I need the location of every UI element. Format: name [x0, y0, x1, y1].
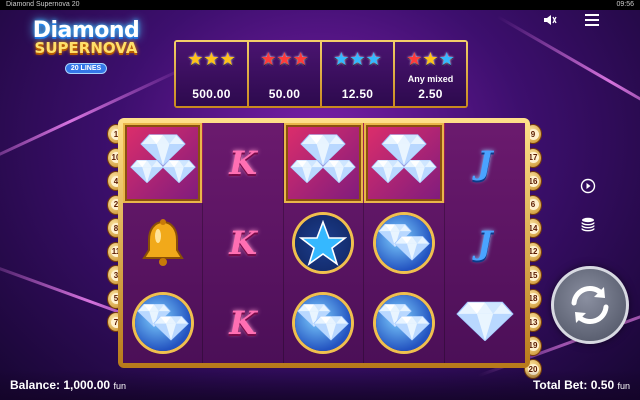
- paytable: ★ ★ ★ 500.00 ★ ★ ★ 50.00 ★ ★ ★ 12.50 ★ ★ ★ Any mixed 2.5…: [174, 40, 468, 108]
- star-icon: ★: [333, 49, 350, 69]
- top-controls: [542, 12, 600, 28]
- logo-lines-badge: 20 LINES: [64, 63, 108, 74]
- reel-cell: J: [445, 123, 525, 203]
- diamond-symbol: [456, 300, 514, 347]
- window-title: Diamond Supernova 20: [6, 1, 80, 8]
- reel-cell: J: [445, 203, 525, 283]
- spin-button[interactable]: [551, 266, 629, 344]
- coin-stack-icon[interactable]: [580, 216, 596, 232]
- reel-cell: [364, 203, 445, 283]
- reel-frame: K J K J K: [118, 118, 530, 368]
- paytable-entry: ★ ★ ★ 50.00: [249, 42, 320, 106]
- reel-cell: [445, 283, 525, 363]
- letter-j-symbol: J: [477, 224, 493, 262]
- autoplay-icon[interactable]: [580, 178, 596, 194]
- reel-cell: [123, 203, 204, 283]
- letter-j-symbol: J: [477, 144, 493, 182]
- star-icon: ★: [349, 49, 366, 69]
- paytable-value: 12.50: [341, 87, 374, 101]
- letter-k-symbol: K: [229, 144, 257, 182]
- letter-k-symbol: K: [229, 224, 257, 262]
- status-bar: Balance: 1,000.00 fun Total Bet: 0.50 fu…: [0, 370, 640, 400]
- paytable-stars: ★ ★ ★: [187, 48, 235, 70]
- balance-value: 1,000.00: [63, 378, 111, 392]
- star-icon: ★: [438, 49, 455, 69]
- star-icon: ★: [292, 49, 309, 69]
- bell-symbol: [141, 219, 184, 266]
- star-icon: ★: [406, 49, 423, 69]
- paytable-value: 50.00: [268, 87, 301, 101]
- paytable-stars: ★ ★ ★: [406, 48, 454, 70]
- side-controls: [580, 178, 596, 232]
- reel-cell: [283, 123, 365, 203]
- system-status-bar: Diamond Supernova 20 09:56: [0, 0, 640, 10]
- paytable-stars: ★ ★ ★: [260, 48, 308, 70]
- game-logo: Diamond SUPERNOVA 20 LINES: [26, 18, 146, 88]
- hamburger-menu-icon[interactable]: [584, 12, 600, 28]
- star-icon: ★: [365, 49, 382, 69]
- total-bet-unit: fun: [617, 381, 630, 391]
- paytable-value: 2.50: [418, 87, 443, 101]
- reel-cell: K: [203, 123, 284, 203]
- diamond-orb-symbol: [375, 215, 432, 271]
- speaker-icon[interactable]: [542, 12, 558, 28]
- paytable-stars: ★ ★ ★: [333, 48, 381, 70]
- clock: 09:56: [616, 1, 634, 8]
- balance-label: Balance:: [10, 378, 61, 392]
- reel-cell: [284, 283, 365, 363]
- balance-unit: fun: [113, 381, 126, 391]
- triple-diamond-symbol: [129, 133, 196, 193]
- reel-cell: [123, 123, 204, 203]
- blue-star-symbol: [295, 215, 352, 271]
- balance-display: Balance: 1,000.00 fun: [10, 378, 126, 392]
- reel-cell: [123, 283, 204, 363]
- total-bet-value: 0.50: [590, 378, 615, 392]
- star-icon: ★: [219, 49, 236, 69]
- diamond-orb-symbol: [134, 295, 191, 351]
- star-icon: ★: [276, 49, 293, 69]
- triple-diamond-symbol: [290, 133, 357, 193]
- paytable-entry: ★ ★ ★ Any mixed 2.50: [395, 42, 466, 106]
- paytable-entry: ★ ★ ★ 500.00: [176, 42, 247, 106]
- total-bet-display[interactable]: Total Bet: 0.50 fun: [533, 378, 630, 392]
- star-icon: ★: [203, 49, 220, 69]
- reel-cell: K: [203, 203, 284, 283]
- diamond-orb-symbol: [375, 295, 432, 351]
- paytable-value: 500.00: [192, 87, 231, 101]
- diamond-orb-symbol: [295, 295, 352, 351]
- letter-k-symbol: K: [229, 304, 257, 342]
- star-icon: ★: [260, 49, 277, 69]
- reel-cell: [364, 283, 445, 363]
- total-bet-label: Total Bet:: [532, 378, 588, 392]
- reel-cell: [364, 123, 445, 203]
- reels-grid: K J K J K: [123, 123, 525, 363]
- paytable-entry: ★ ★ ★ 12.50: [322, 42, 393, 106]
- reel-cell: [284, 203, 365, 283]
- logo-subtitle: SUPERNOVA: [34, 39, 138, 57]
- paytable-mixed-label: Any mixed: [407, 74, 454, 84]
- reel-cell: K: [203, 283, 284, 363]
- star-icon: ★: [187, 49, 204, 69]
- star-icon: ★: [422, 49, 439, 69]
- triple-diamond-symbol: [371, 133, 437, 193]
- spin-arrows-icon: [571, 286, 609, 324]
